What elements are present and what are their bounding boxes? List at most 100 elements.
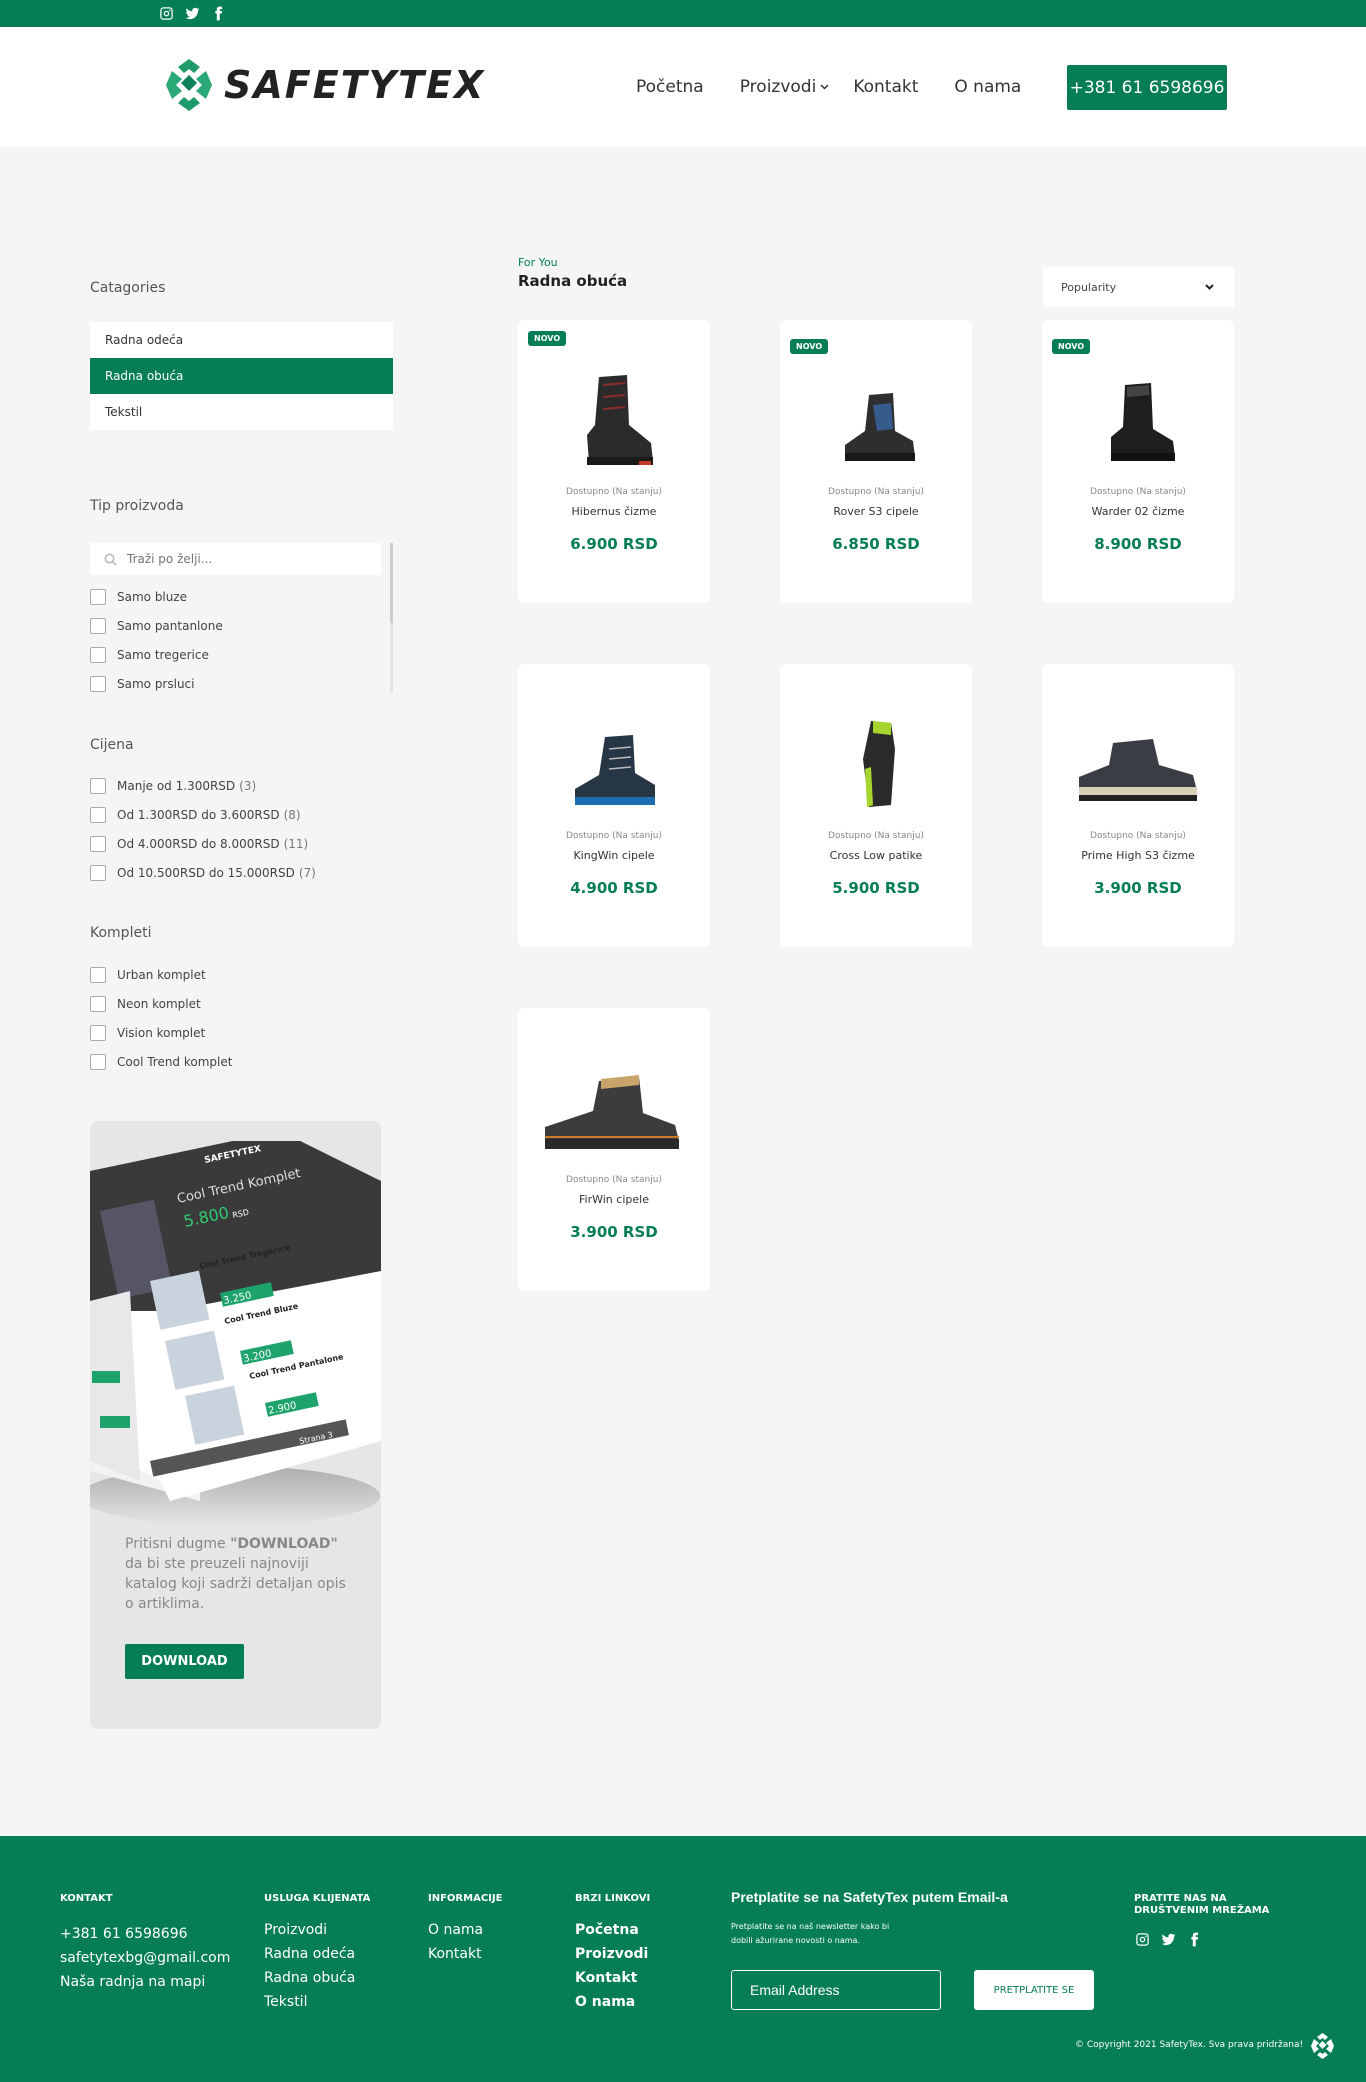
- checkbox[interactable]: [90, 807, 106, 823]
- footer-social-title: PRATITE NAS NA DRUŠTVENIM MREŽAMA: [1134, 1893, 1270, 1916]
- newsletter-email-input[interactable]: Email Address: [731, 1970, 941, 2010]
- footer-email[interactable]: safetytexbg@gmail.com: [60, 1950, 230, 1966]
- type-search-input[interactable]: [127, 552, 347, 566]
- subscribe-button[interactable]: PRETPLATITE SE: [974, 1970, 1094, 2010]
- footer-map-link[interactable]: Naša radnja na mapi: [60, 1974, 205, 1990]
- checkbox[interactable]: [90, 836, 106, 852]
- set-option[interactable]: Neon komplet: [90, 996, 201, 1012]
- phone-button[interactable]: +381 61 6598696: [1067, 65, 1227, 110]
- twitter-icon[interactable]: [1160, 1931, 1176, 1947]
- price-option[interactable]: Od 1.300RSD do 3.600RSD (8): [90, 807, 301, 823]
- product-card[interactable]: Dostupno (Na stanju) Prime High S3 čizme…: [1042, 664, 1234, 947]
- product-name[interactable]: KingWin cipele: [518, 849, 710, 862]
- price-option-count: (3): [239, 779, 257, 793]
- category-radna-obuca[interactable]: Radna obuća: [90, 358, 393, 394]
- instagram-icon[interactable]: [1134, 1931, 1150, 1947]
- footer-link[interactable]: O nama: [575, 1994, 635, 2010]
- checkbox[interactable]: [90, 778, 106, 794]
- product-card[interactable]: NOVO Dostupno (Na stanju) Hibernus čizme…: [518, 320, 710, 603]
- product-card[interactable]: Dostupno (Na stanju) FirWin cipele 3.900…: [518, 1008, 710, 1291]
- facebook-icon[interactable]: [210, 5, 226, 21]
- footer-phone[interactable]: +381 61 6598696: [60, 1926, 188, 1942]
- promo-text-strong: "DOWNLOAD": [230, 1536, 338, 1552]
- site-footer: KONTAKT +381 61 6598696 safetytexbg@gmai…: [0, 1836, 1366, 2082]
- type-option-label: Samo pantanlone: [117, 619, 223, 633]
- nav-proizvodi-label: Proizvodi: [739, 77, 817, 97]
- checkbox[interactable]: [90, 1054, 106, 1070]
- footer-social-icons: [1134, 1931, 1202, 1947]
- sets-title: Kompleti: [90, 925, 152, 941]
- footer-contact-title: KONTAKT: [60, 1893, 113, 1904]
- footer-link[interactable]: Radna odeća: [264, 1946, 355, 1962]
- price-title: Cijena: [90, 737, 134, 753]
- top-social-bar: [0, 0, 1366, 27]
- instagram-icon[interactable]: [158, 5, 174, 21]
- checkbox[interactable]: [90, 647, 106, 663]
- product-price: 6.900 RSD: [570, 535, 658, 553]
- product-image: [1042, 360, 1234, 480]
- sort-value: Popularity: [1061, 280, 1117, 294]
- nav-proizvodi[interactable]: Proizvodi: [740, 77, 830, 97]
- facebook-icon[interactable]: [1186, 1931, 1202, 1947]
- product-price: 3.900 RSD: [1094, 879, 1182, 897]
- nav-o-nama[interactable]: O nama: [954, 77, 1021, 97]
- category-tekstil[interactable]: Tekstil: [90, 394, 393, 430]
- product-stock: Dostupno (Na stanju): [566, 1175, 662, 1185]
- nav-kontakt[interactable]: Kontakt: [853, 77, 918, 97]
- sort-select[interactable]: Popularity: [1043, 267, 1234, 307]
- new-badge: NOVO: [790, 339, 829, 354]
- category-radna-odeca[interactable]: Radna odeća: [90, 322, 393, 358]
- product-card[interactable]: Dostupno (Na stanju) Cross Low patike 5.…: [780, 664, 972, 947]
- footer-logo-icon: [1311, 2033, 1334, 2059]
- price-option[interactable]: Od 4.000RSD do 8.000RSD (11): [90, 836, 308, 852]
- footer-info-title: INFORMACIJE: [428, 1893, 503, 1904]
- checkbox[interactable]: [90, 967, 106, 983]
- type-option-label: Samo prsluci: [117, 677, 195, 691]
- price-option-label: Od 4.000RSD do 8.000RSD: [117, 837, 280, 851]
- product-image: [518, 360, 710, 480]
- footer-link[interactable]: Radna obuća: [264, 1970, 355, 1986]
- checkbox[interactable]: [90, 589, 106, 605]
- product-card[interactable]: NOVO Dostupno (Na stanju) Warder 02 čizm…: [1042, 320, 1234, 603]
- footer-link[interactable]: Kontakt: [575, 1970, 637, 1986]
- type-option[interactable]: Samo tregerice: [90, 647, 209, 663]
- nav-pocetna[interactable]: Početna: [636, 77, 704, 97]
- product-card[interactable]: NOVO Dostupno (Na stanju) Rover S3 cipel…: [780, 320, 972, 603]
- footer-link[interactable]: Početna: [575, 1922, 639, 1938]
- checkbox[interactable]: [90, 996, 106, 1012]
- product-card[interactable]: Dostupno (Na stanju) KingWin cipele 4.90…: [518, 664, 710, 947]
- twitter-icon[interactable]: [184, 5, 200, 21]
- footer-link[interactable]: Proizvodi: [264, 1922, 327, 1938]
- type-option[interactable]: Samo pantanlone: [90, 618, 223, 634]
- checkbox[interactable]: [90, 865, 106, 881]
- type-scrollbar-thumb[interactable]: [390, 543, 393, 623]
- product-stock: Dostupno (Na stanju): [828, 487, 924, 497]
- product-name[interactable]: Cross Low patike: [780, 849, 972, 862]
- footer-services-title: USLUGA KLIJENATA: [264, 1893, 371, 1904]
- type-option[interactable]: Samo prsluci: [90, 676, 195, 692]
- product-image: [1042, 704, 1234, 824]
- checkbox[interactable]: [90, 1025, 106, 1041]
- footer-quick-title: BRZI LINKOVI: [575, 1893, 651, 1904]
- type-option[interactable]: Samo bluze: [90, 589, 187, 605]
- checkbox[interactable]: [90, 676, 106, 692]
- footer-link[interactable]: O nama: [428, 1922, 483, 1938]
- price-option[interactable]: Od 10.500RSD do 15.000RSD (7): [90, 865, 316, 881]
- checkbox[interactable]: [90, 618, 106, 634]
- set-option[interactable]: Vision komplet: [90, 1025, 205, 1041]
- product-name[interactable]: Rover S3 cipele: [780, 505, 972, 518]
- product-price: 5.900 RSD: [832, 879, 920, 897]
- product-name[interactable]: Hibernus čizme: [518, 505, 710, 518]
- product-price: 6.850 RSD: [832, 535, 920, 553]
- brand-logo[interactable]: SAFETYTEX: [164, 57, 485, 113]
- footer-link[interactable]: Proizvodi: [575, 1946, 648, 1962]
- set-option[interactable]: Urban komplet: [90, 967, 206, 983]
- set-option[interactable]: Cool Trend komplet: [90, 1054, 232, 1070]
- download-button[interactable]: DOWNLOAD: [125, 1644, 244, 1679]
- price-option[interactable]: Manje od 1.300RSD (3): [90, 778, 256, 794]
- footer-link[interactable]: Kontakt: [428, 1946, 482, 1962]
- product-name[interactable]: FirWin cipele: [518, 1193, 710, 1206]
- product-name[interactable]: Prime High S3 čizme: [1042, 849, 1234, 862]
- footer-link[interactable]: Tekstil: [264, 1994, 307, 2010]
- product-name[interactable]: Warder 02 čizme: [1042, 505, 1234, 518]
